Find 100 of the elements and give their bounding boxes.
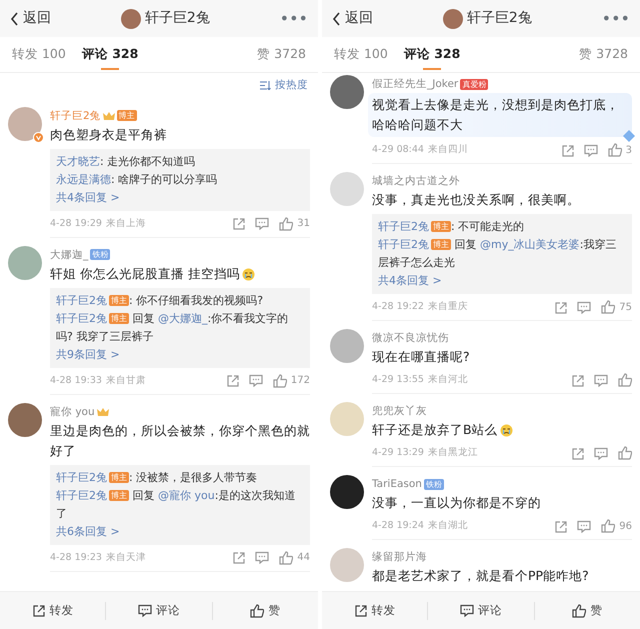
back-link[interactable]: 返回 — [332, 8, 373, 29]
comment-time: 4-29 13:29 — [372, 446, 424, 460]
comment-location: 来自上海 — [106, 216, 146, 231]
user-name[interactable]: 轩子巨2兔 — [50, 106, 101, 125]
more-button[interactable]: ••• — [280, 6, 308, 30]
avatar-photo — [8, 402, 42, 437]
like-icon[interactable] — [279, 550, 294, 565]
comment-time: 4-28 19:24 — [372, 518, 424, 533]
sort-button[interactable]: 按热度 — [250, 73, 318, 99]
tab[interactable]: 评论 328 — [78, 36, 142, 72]
reply-author[interactable]: 天才晓艺 — [56, 154, 100, 168]
mention-link[interactable]: @my_冰山美女老婆 — [480, 238, 580, 251]
comment-text: 没事，一直以为你都是不穿的 — [372, 494, 541, 512]
comment-location: 来自湖北 — [428, 518, 468, 533]
user-name[interactable]: 假正经先生_Joker — [372, 75, 458, 93]
tab[interactable]: 赞 3728 — [575, 36, 632, 72]
tab[interactable]: 赞 3728 — [253, 36, 310, 72]
reply-author[interactable]: 轩子巨2兔 — [56, 294, 107, 307]
reply-author[interactable]: 轩子巨2兔 — [56, 312, 107, 325]
repost-button[interactable]: 转发 — [0, 600, 106, 620]
user-name[interactable]: 微凉不良凉忧伤 — [372, 329, 449, 347]
share-icon[interactable] — [232, 551, 246, 564]
comment-icon[interactable] — [594, 374, 608, 386]
like-count: 172 — [290, 374, 310, 388]
like-icon[interactable] — [279, 216, 294, 231]
share-icon[interactable] — [560, 144, 574, 156]
share-icon[interactable] — [554, 520, 568, 532]
like-button[interactable]: 赞 — [534, 600, 640, 620]
comment-icon[interactable] — [255, 217, 270, 230]
avatar-photo — [330, 548, 364, 582]
user-badge: 博主 — [109, 490, 129, 502]
like-count: 3 — [626, 144, 632, 158]
comment-text: 都是老艺术家了，就是看个PP能咋地? — [372, 567, 589, 585]
like-button[interactable]: 赞 — [212, 600, 318, 620]
comment-button[interactable]: 评论 — [428, 600, 534, 620]
share-icon — [32, 604, 46, 618]
reply-author[interactable]: 轩子巨2兔 — [378, 238, 429, 251]
more-replies-link[interactable]: 共4条回复 > — [56, 188, 304, 207]
comment-icon[interactable] — [577, 520, 592, 532]
like-icon[interactable] — [618, 373, 632, 387]
share-icon[interactable] — [232, 217, 246, 230]
reply-author[interactable]: 轩子巨2兔 — [56, 470, 107, 484]
comment-icon[interactable] — [584, 144, 598, 156]
comment-button[interactable]: 评论 — [106, 600, 212, 620]
reply-author[interactable]: 轩子巨2兔 — [378, 220, 429, 233]
reply-text: 轩子巨2兔 博主 回复 @寵你 you:是的这次我知道了 — [56, 488, 296, 522]
avatar-photo — [330, 75, 364, 109]
more-replies-link[interactable]: 共6条回复 > — [56, 522, 304, 541]
user-badge: 博主 — [116, 110, 137, 122]
like-icon[interactable] — [272, 374, 287, 388]
like-icon[interactable] — [618, 446, 632, 460]
user-name[interactable]: 缘留那片海 — [372, 548, 427, 566]
comment-icon — [138, 604, 152, 618]
like-count: 44 — [297, 551, 310, 566]
avatar-photo — [8, 246, 42, 280]
repost-button[interactable]: 转发 — [322, 600, 428, 620]
reply-author[interactable]: 永远是满德 — [56, 172, 111, 186]
comment-location: 来自甘肃 — [106, 374, 146, 388]
share-icon[interactable] — [554, 300, 568, 314]
user-badge: 博主 — [109, 313, 129, 324]
like-icon[interactable] — [608, 143, 622, 157]
comment-text: 现在在哪直播呢? — [372, 348, 470, 366]
like-count: 31 — [297, 217, 310, 232]
mention-link[interactable]: @大娜迦_ — [158, 312, 208, 325]
reply-text: 轩子巨2兔 博主 回复 @大娜迦_:你不看我文字的吗? 我穿了三层裤子 — [56, 310, 290, 345]
user-name[interactable]: TariEason — [372, 475, 422, 493]
back-link[interactable]: 返回 — [10, 8, 51, 29]
tab[interactable]: 转发 100 — [8, 36, 70, 72]
reply-text: 轩子巨2兔 博主 回复 @my_冰山美女老婆:我穿三层裤子怎么走光 — [378, 237, 618, 271]
more-button[interactable]: ••• — [602, 6, 630, 30]
back-chevron-icon — [10, 12, 19, 26]
user-badge: 铁粉 — [90, 249, 110, 260]
reply-text: 天才晓艺: 走光你都不知道吗 — [56, 154, 196, 170]
avatar-photo — [120, 8, 141, 28]
reply-author[interactable]: 轩子巨2兔 — [56, 488, 107, 502]
tab[interactable]: 评论 328 — [400, 36, 464, 72]
back-chevron-icon — [332, 12, 341, 26]
tab[interactable]: 转发 100 — [330, 36, 392, 72]
comment-icon[interactable] — [248, 374, 263, 388]
user-name[interactable]: 大娜迦_ — [50, 246, 88, 264]
comment-location: 来自重庆 — [428, 300, 468, 314]
avatar-photo — [330, 172, 364, 206]
user-badge: 博主 — [431, 239, 451, 250]
comment-text: 肉色塑身衣是平角裤 — [50, 126, 167, 144]
user-name[interactable]: 城墙之内古道之外 — [372, 172, 460, 190]
like-icon[interactable] — [601, 519, 616, 533]
share-icon[interactable] — [571, 446, 584, 460]
user-badge: 真爱粉 — [460, 78, 488, 90]
comment-icon[interactable] — [255, 551, 270, 564]
comment-time: 4-29 08:44 — [372, 142, 424, 157]
share-icon[interactable] — [571, 374, 584, 386]
comment-icon[interactable] — [577, 300, 592, 314]
mention-link[interactable]: @寵你 you — [158, 488, 215, 502]
comment-icon[interactable] — [594, 446, 608, 460]
share-icon[interactable] — [226, 374, 239, 388]
more-replies-link[interactable]: 共9条回复 > — [56, 346, 304, 364]
user-name[interactable]: 寵你 you — [50, 402, 95, 421]
user-name[interactable]: 兜兜灰丫灰 — [372, 402, 427, 420]
more-replies-link[interactable]: 共4条回复 > — [378, 272, 626, 290]
like-icon[interactable] — [601, 300, 616, 314]
